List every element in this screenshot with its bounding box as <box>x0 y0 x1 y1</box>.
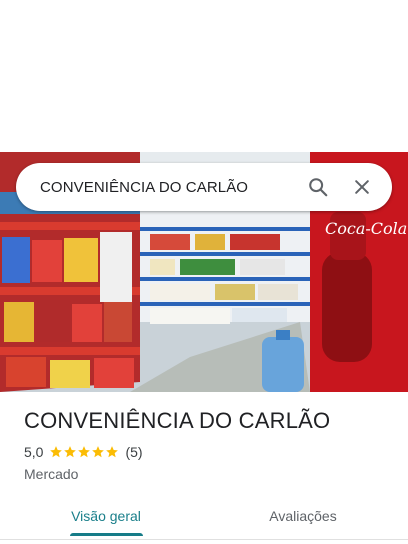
search-icon[interactable] <box>302 171 334 203</box>
tab-overview[interactable]: Visão geral <box>52 496 160 536</box>
star-icon <box>64 446 77 458</box>
tab-reviews[interactable]: Avaliações <box>248 496 358 536</box>
star-icon <box>50 446 63 458</box>
rating-value: 5,0 <box>24 444 44 460</box>
tab-bar: Visão geral Avaliações <box>0 496 408 536</box>
active-tab-indicator <box>70 533 143 536</box>
star-icon <box>92 446 105 458</box>
review-count[interactable]: (5) <box>125 444 142 460</box>
rating-row[interactable]: 5,0 (5) <box>24 444 143 460</box>
map-area-blank <box>0 0 408 152</box>
coca-cola-sign: Coca-Cola <box>325 219 407 238</box>
place-category: Mercado <box>24 466 79 482</box>
place-name: CONVENIÊNCIA DO CARLÃO <box>24 408 331 433</box>
search-input[interactable]: CONVENIÊNCIA DO CARLÃO <box>40 179 290 196</box>
close-icon[interactable] <box>346 171 378 203</box>
star-icon <box>78 446 91 458</box>
star-rating <box>49 445 119 459</box>
star-icon <box>106 446 119 458</box>
search-bar[interactable]: CONVENIÊNCIA DO CARLÃO <box>16 163 392 211</box>
tab-divider <box>0 539 408 540</box>
